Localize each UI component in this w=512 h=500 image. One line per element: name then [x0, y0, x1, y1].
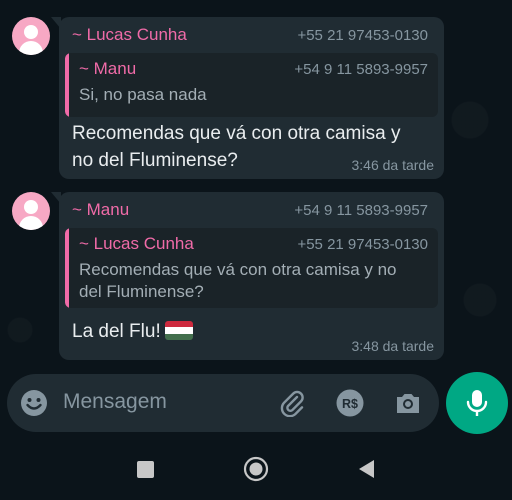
sender-phone: +54 9 11 5893-9957	[294, 202, 428, 219]
navigation-bar	[0, 440, 512, 500]
quoted-text-line: del Fluminense?	[79, 282, 204, 301]
sender-phone: +55 21 97453-0130	[297, 27, 428, 44]
avatar[interactable]	[12, 17, 50, 55]
message-input[interactable]: Mensagem	[63, 390, 167, 414]
payment-icon[interactable]: R$	[335, 388, 365, 418]
attach-icon[interactable]	[277, 388, 307, 418]
quoted-text: Si, no pasa nada	[79, 85, 207, 104]
emoji-icon[interactable]	[19, 388, 49, 418]
sender-name[interactable]: ~ Lucas Cunha	[72, 25, 187, 45]
message-time: 3:48 da tarde	[351, 338, 434, 354]
avatar[interactable]	[12, 192, 50, 230]
quoted-sender-name: ~ Lucas Cunha	[79, 234, 194, 253]
quoted-sender-phone: +55 21 97453-0130	[297, 236, 428, 253]
quoted-text: Recomendas que vá con otra camisa y no d…	[79, 259, 428, 303]
camera-icon[interactable]	[393, 388, 423, 418]
message-bubble[interactable]: ~ Manu +54 9 11 5893-9957 ~ Lucas Cunha …	[51, 192, 444, 360]
message-bubble[interactable]: ~ Lucas Cunha +55 21 97453-0130 ~ Manu +…	[51, 17, 444, 179]
message-text-content: La del Flu!	[72, 321, 161, 342]
message-text: La del Flu!	[72, 318, 193, 345]
back-icon[interactable]	[354, 457, 378, 481]
mic-icon	[466, 390, 488, 416]
quoted-sender-name: ~ Manu	[79, 59, 137, 78]
sender-row: ~ Manu +54 9 11 5893-9957	[72, 200, 428, 220]
flag-hungary-icon	[164, 321, 193, 340]
message-time: 3:46 da tarde	[351, 157, 434, 173]
quoted-text-line: Recomendas que vá con otra camisa y no	[79, 260, 397, 279]
message-input-bar[interactable]: Mensagem R$	[7, 374, 439, 432]
svg-text:R$: R$	[342, 397, 358, 411]
mic-button[interactable]	[446, 372, 508, 434]
recents-icon[interactable]	[134, 458, 156, 480]
home-icon[interactable]	[242, 455, 270, 483]
sender-row: ~ Lucas Cunha +55 21 97453-0130	[72, 25, 428, 45]
quoted-message[interactable]: ~ Manu +54 9 11 5893-9957 Si, no pasa na…	[65, 53, 438, 117]
sender-name[interactable]: ~ Manu	[72, 200, 129, 220]
quoted-message[interactable]: ~ Lucas Cunha +55 21 97453-0130 Recomend…	[65, 228, 438, 308]
quoted-sender-phone: +54 9 11 5893-9957	[294, 61, 428, 78]
message-text-line: Recomendas que vá con otra camisa y	[72, 123, 401, 144]
